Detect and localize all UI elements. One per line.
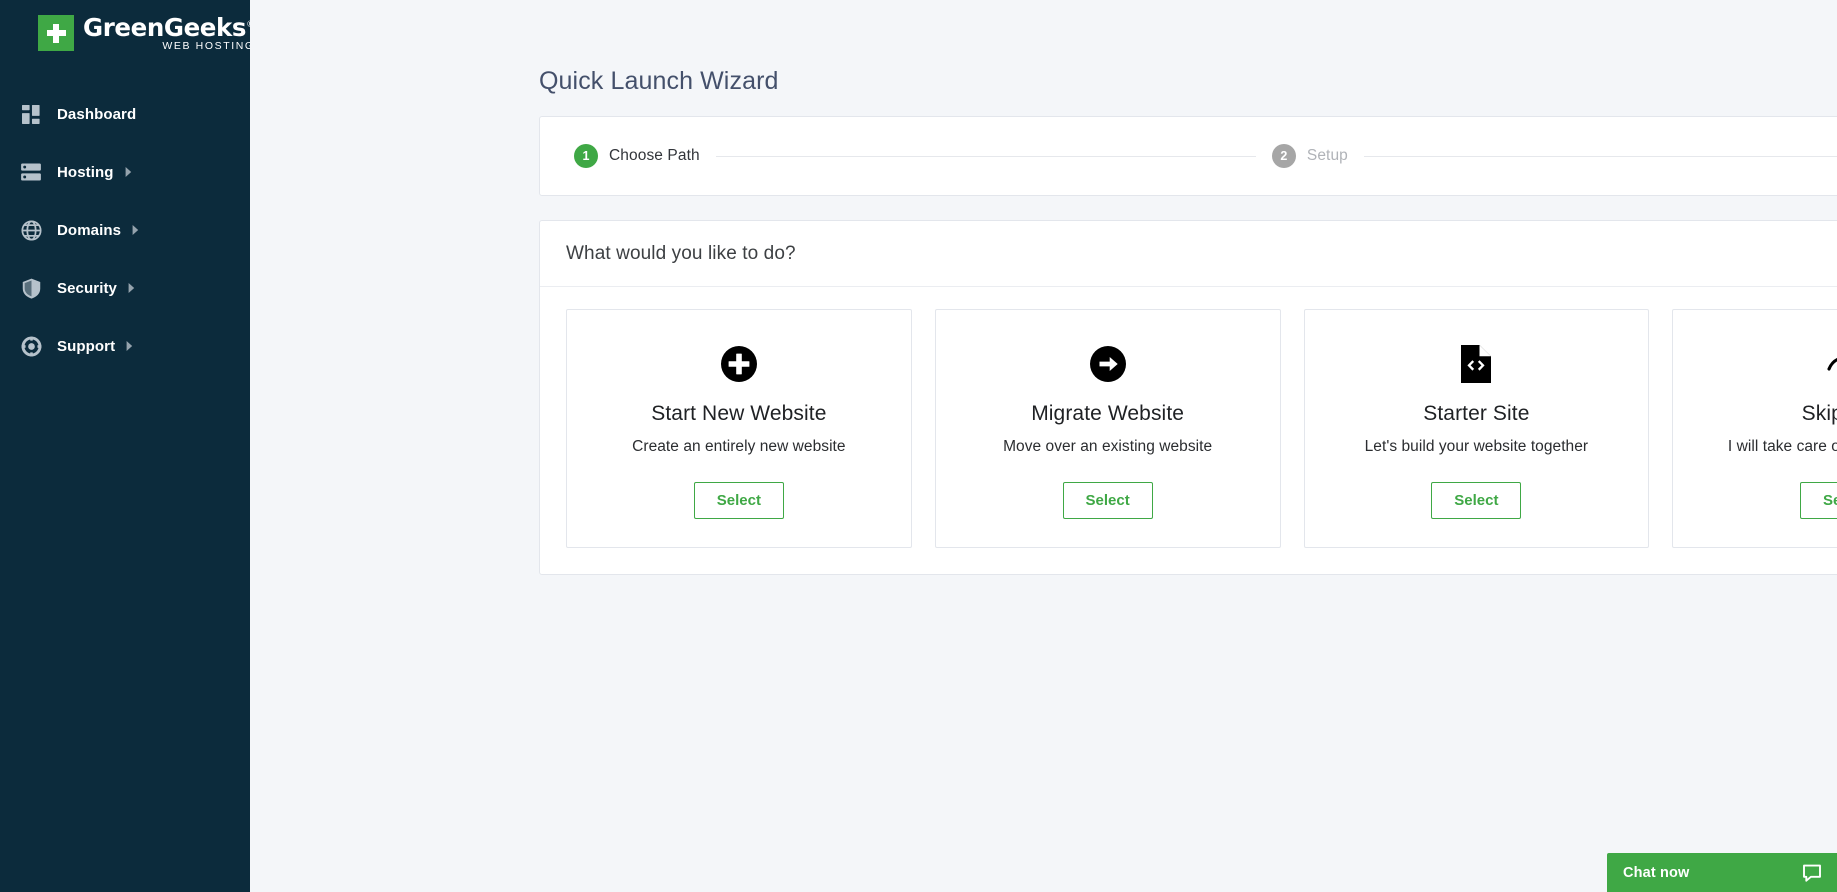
server-icon (16, 163, 46, 181)
greengeeks-plus-logo-icon (38, 15, 74, 51)
step-connector (1363, 155, 1837, 157)
sidebar-item-security[interactable]: Security (0, 259, 250, 317)
option-title: Starter Site (1423, 402, 1530, 425)
brand-tagline: WEB HOSTING (162, 40, 255, 52)
app-root: GreenGeeks® WEB HOSTING Dashboard (0, 0, 1837, 892)
option-card-list: Start New Website Create an entirely new… (540, 287, 1837, 574)
step-connector (715, 155, 1256, 157)
lifebuoy-icon (16, 336, 46, 357)
page-title: Quick Launch Wizard (539, 67, 779, 95)
option-title: Migrate Website (1031, 402, 1185, 425)
option-description: Create an entirely new website (632, 438, 846, 455)
sidebar-nav: Dashboard Hosting Domains Security Suppo… (0, 85, 250, 375)
chevron-right-icon (126, 341, 133, 351)
sidebar-item-support[interactable]: Support (0, 317, 250, 375)
file-code-icon (1461, 344, 1492, 384)
sidebar-item-label: Dashboard (57, 105, 137, 123)
main-content: Quick Launch Wizard 1 Choose Path 2 Setu… (250, 0, 1837, 892)
sidebar-item-domains[interactable]: Domains (0, 201, 250, 259)
sidebar-item-label: Support (57, 337, 116, 355)
shield-icon (16, 278, 46, 299)
step-number-badge: 1 (574, 144, 598, 168)
stepper: 1 Choose Path 2 Setup 3 Confirm (540, 117, 1837, 195)
chevron-right-icon (125, 167, 132, 177)
path-chooser-panel: What would you like to do? Start New Web… (539, 220, 1837, 576)
option-card-skip-this[interactable]: Skip This I will take care of the setup … (1672, 309, 1837, 549)
step-number-badge: 2 (1271, 144, 1296, 168)
option-title: Start New Website (651, 402, 827, 425)
dashboard-icon (16, 104, 46, 124)
option-title: Skip This (1801, 402, 1837, 425)
select-button[interactable]: Select (1431, 482, 1522, 520)
step-label: Setup (1306, 147, 1348, 164)
wizard-stepper-panel: 1 Choose Path 2 Setup 3 Confirm (539, 116, 1837, 196)
option-card-migrate-website[interactable]: Migrate Website Move over an existing we… (934, 309, 1281, 549)
option-card-start-new-website[interactable]: Start New Website Create an entirely new… (566, 309, 912, 549)
globe-icon (16, 219, 46, 241)
chat-now-label: Chat now (1623, 864, 1690, 881)
sidebar-item-label: Hosting (57, 163, 114, 181)
select-button[interactable]: Select (1800, 482, 1837, 520)
brand-logo[interactable]: GreenGeeks® WEB HOSTING (0, 3, 255, 63)
step-1-choose-path[interactable]: 1 Choose Path (574, 144, 700, 168)
chooser-title: What would you like to do? (566, 243, 796, 264)
redo-arrow-icon (1826, 344, 1837, 384)
brand-name: GreenGeeks® (83, 15, 255, 41)
option-description: Move over an existing website (1003, 438, 1213, 455)
sidebar-item-hosting[interactable]: Hosting (0, 143, 250, 201)
arrow-right-circle-icon (1089, 344, 1126, 384)
step-label: Choose Path (609, 147, 700, 164)
chat-now-widget[interactable]: Chat now (1607, 853, 1837, 892)
chevron-right-icon (132, 225, 139, 235)
select-button[interactable]: Select (1062, 482, 1153, 520)
step-2-setup[interactable]: 2 Setup (1271, 144, 1348, 168)
option-description: I will take care of the setup myself (1727, 438, 1837, 455)
sidebar-item-dashboard[interactable]: Dashboard (0, 85, 250, 143)
brand-logo-text: GreenGeeks® WEB HOSTING (83, 15, 255, 52)
speech-bubble-icon[interactable] (1802, 863, 1822, 883)
option-card-starter-site[interactable]: Starter Site Let's build your website to… (1303, 309, 1650, 549)
chevron-right-icon (128, 283, 135, 293)
select-button[interactable]: Select (693, 482, 784, 520)
sidebar-item-label: Domains (57, 221, 122, 239)
sidebar-item-label: Security (57, 279, 117, 297)
sidebar: GreenGeeks® WEB HOSTING Dashboard (0, 0, 255, 892)
option-description: Let's build your website together (1364, 438, 1589, 455)
plus-circle-icon (720, 344, 757, 384)
chooser-header: What would you like to do? (540, 221, 1837, 287)
